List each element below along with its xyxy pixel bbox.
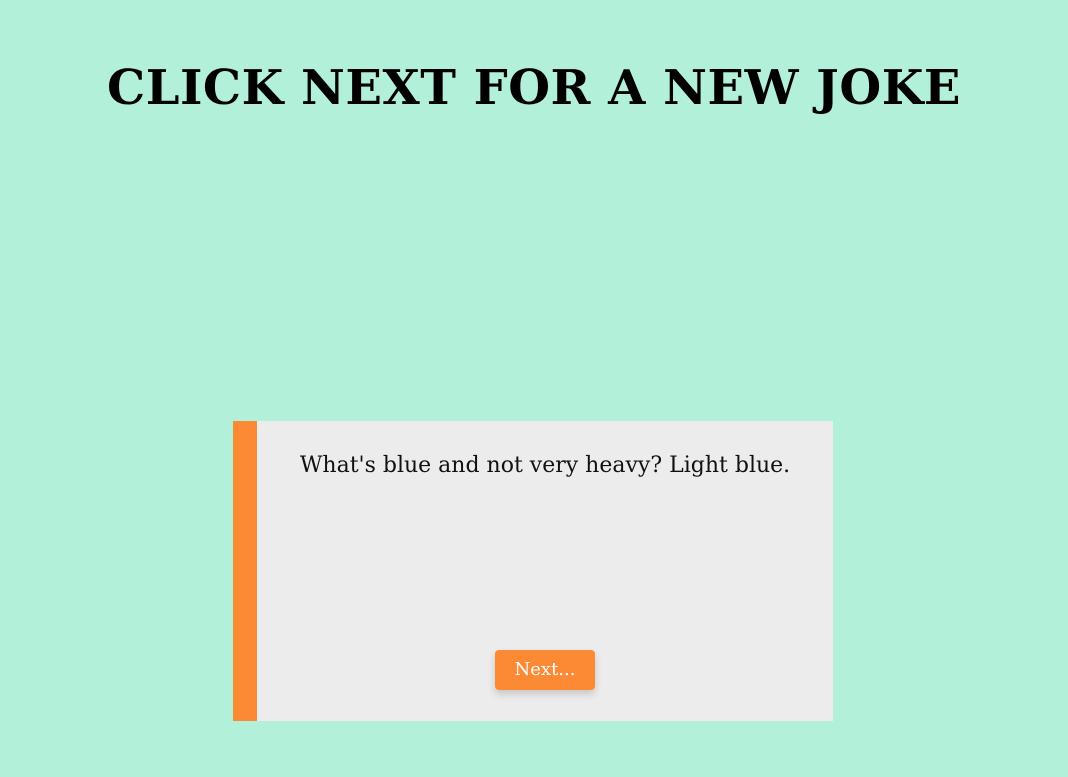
- page-title: CLICK NEXT FOR A NEW JOKE: [106, 60, 962, 116]
- joke-card: What's blue and not very heavy? Light bl…: [233, 421, 833, 721]
- joke-text: What's blue and not very heavy? Light bl…: [299, 453, 791, 478]
- next-button[interactable]: Next...: [495, 650, 595, 690]
- card-accent-bar: [233, 421, 257, 721]
